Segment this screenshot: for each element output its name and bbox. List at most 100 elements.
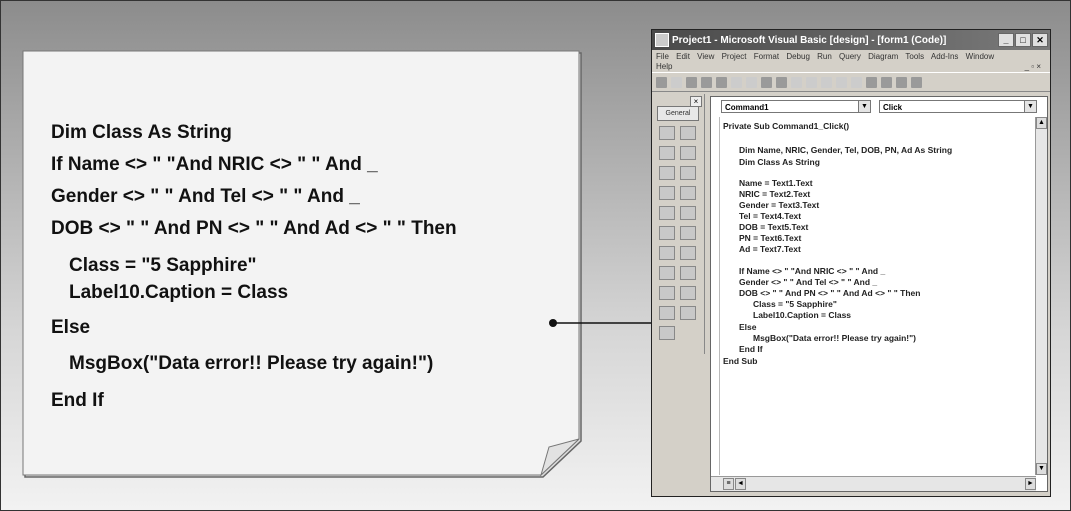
code-line: Gender = Text3.Text	[739, 200, 820, 210]
vb-ide-window: Project1 - Microsoft Visual Basic [desig…	[651, 29, 1051, 497]
menu-format[interactable]: Format	[754, 52, 779, 61]
code-line: Else	[739, 322, 757, 332]
object-dropdown[interactable]: Command1 ▼	[721, 100, 871, 113]
note-line: Class = "5 Sapphire"	[69, 255, 257, 276]
code-line: Label10.Caption = Class	[753, 310, 852, 320]
timer-tool-icon[interactable]	[659, 246, 675, 260]
scroll-down-icon[interactable]: ▼	[1036, 463, 1047, 475]
image-tool-icon[interactable]	[659, 306, 675, 320]
save-icon[interactable]	[716, 76, 727, 88]
scroll-right-icon[interactable]: ►	[1025, 478, 1036, 490]
horizontal-scrollbar[interactable]: ≡ ◄ ►	[711, 476, 1036, 491]
code-note-card: Dim Class As String If Name <> " "And NR…	[21, 49, 589, 481]
label-tool-icon[interactable]	[659, 146, 675, 160]
menu-file[interactable]: File	[656, 52, 669, 61]
note-line: Gender <> " " And Tel <> " " And _	[51, 186, 360, 207]
shape-tool-icon[interactable]	[659, 286, 675, 300]
note-line: Else	[51, 317, 91, 338]
picturebox-tool-icon[interactable]	[680, 126, 696, 140]
note-line: If Name <> " "And NRIC <> " " And _	[51, 154, 378, 175]
copy-icon[interactable]	[746, 76, 757, 88]
procedure-view-icon[interactable]: ≡	[723, 478, 734, 490]
filelistbox-tool-icon[interactable]	[680, 266, 696, 280]
vb-workspace: × General Command1 ▼ Click ▼ Private Sub…	[652, 94, 1050, 496]
code-line: Class = "5 Sapphire"	[753, 299, 837, 309]
vb-title-bar[interactable]: Project1 - Microsoft Visual Basic [desig…	[652, 30, 1050, 50]
scroll-up-icon[interactable]: ▲	[1036, 117, 1047, 129]
toolbox-panel: × General	[654, 94, 705, 354]
menu-project[interactable]: Project	[722, 52, 747, 61]
start-icon[interactable]	[821, 76, 832, 88]
undo-icon[interactable]	[791, 76, 802, 88]
menu-addins[interactable]: Add-Ins	[931, 52, 959, 61]
vscrollbar-tool-icon[interactable]	[680, 226, 696, 240]
optionbutton-tool-icon[interactable]	[680, 186, 696, 200]
project-explorer-icon[interactable]	[866, 76, 877, 88]
code-margin	[711, 117, 720, 475]
procedure-dropdown[interactable]: Click ▼	[879, 100, 1037, 113]
frame-tool-icon[interactable]	[659, 166, 675, 180]
vertical-scrollbar[interactable]: ▲ ▼	[1035, 117, 1047, 475]
menu-editor-icon[interactable]	[686, 76, 697, 88]
vb-toolbar	[652, 72, 1050, 92]
toolbox-tab-general[interactable]: General	[657, 106, 699, 121]
pointer-tool-icon[interactable]	[659, 126, 675, 140]
code-line: Name = Text1.Text	[739, 178, 813, 188]
textbox-tool-icon[interactable]	[680, 146, 696, 160]
code-window: Command1 ▼ Click ▼ Private Sub Command1_…	[710, 96, 1048, 492]
add-project-icon[interactable]	[656, 76, 667, 88]
note-line: Label10.Caption = Class	[69, 282, 289, 303]
chevron-down-icon[interactable]: ▼	[858, 101, 870, 112]
combobox-tool-icon[interactable]	[659, 206, 675, 220]
code-editor[interactable]: Private Sub Command1_Click() Dim Name, N…	[723, 119, 1035, 473]
dirlistbox-tool-icon[interactable]	[659, 266, 675, 280]
break-icon[interactable]	[836, 76, 847, 88]
code-line: End Sub	[723, 356, 758, 366]
note-line: DOB <> " " And PN <> " " And Ad <> " " T…	[51, 218, 457, 239]
menu-window[interactable]: Window	[966, 52, 994, 61]
hscrollbar-tool-icon[interactable]	[659, 226, 675, 240]
find-icon[interactable]	[776, 76, 787, 88]
end-icon[interactable]	[851, 76, 862, 88]
drivelistbox-tool-icon[interactable]	[680, 246, 696, 260]
mdi-controls-icon[interactable]: _ ▫ ×	[1025, 62, 1041, 72]
cut-icon[interactable]	[731, 76, 742, 88]
add-form-icon[interactable]	[671, 76, 682, 88]
menu-tools[interactable]: Tools	[905, 52, 924, 61]
menu-query[interactable]: Query	[839, 52, 861, 61]
menu-debug[interactable]: Debug	[786, 52, 810, 61]
code-line: Tel = Text4.Text	[739, 211, 802, 221]
code-line: DOB = Text5.Text	[739, 222, 809, 232]
menu-view[interactable]: View	[697, 52, 714, 61]
note-line: MsgBox("Data error!! Please try again!")	[69, 353, 434, 374]
code-line: PN = Text6.Text	[739, 233, 802, 243]
object-browser-icon[interactable]	[911, 76, 922, 88]
vb-title-text: Project1 - Microsoft Visual Basic [desig…	[672, 34, 947, 46]
minimize-icon[interactable]: _	[998, 33, 1014, 47]
maximize-icon[interactable]: □	[1015, 33, 1031, 47]
checkbox-tool-icon[interactable]	[659, 186, 675, 200]
form-layout-icon[interactable]	[896, 76, 907, 88]
code-line: If Name <> " "And NRIC <> " " And _	[739, 266, 886, 276]
open-icon[interactable]	[701, 76, 712, 88]
listbox-tool-icon[interactable]	[680, 206, 696, 220]
code-line: End If	[739, 344, 763, 354]
close-icon[interactable]: ✕	[1032, 33, 1048, 47]
slide-background: Dim Class As String If Name <> " "And NR…	[0, 0, 1071, 511]
properties-icon[interactable]	[881, 76, 892, 88]
scroll-left-icon[interactable]: ◄	[735, 478, 746, 490]
code-line: DOB <> " " And PN <> " " And Ad <> " " T…	[739, 288, 921, 298]
code-line: Ad = Text7.Text	[739, 244, 801, 254]
menu-edit[interactable]: Edit	[676, 52, 690, 61]
menu-diagram[interactable]: Diagram	[868, 52, 898, 61]
redo-icon[interactable]	[806, 76, 817, 88]
data-tool-icon[interactable]	[680, 306, 696, 320]
commandbutton-tool-icon[interactable]	[680, 166, 696, 180]
chevron-down-icon[interactable]: ▼	[1024, 101, 1036, 112]
line-tool-icon[interactable]	[680, 286, 696, 300]
ole-tool-icon[interactable]	[659, 326, 675, 340]
paste-icon[interactable]	[761, 76, 772, 88]
code-line: Dim Name, NRIC, Gender, Tel, DOB, PN, Ad…	[739, 145, 953, 155]
menu-help[interactable]: Help	[656, 62, 672, 71]
menu-run[interactable]: Run	[817, 52, 832, 61]
